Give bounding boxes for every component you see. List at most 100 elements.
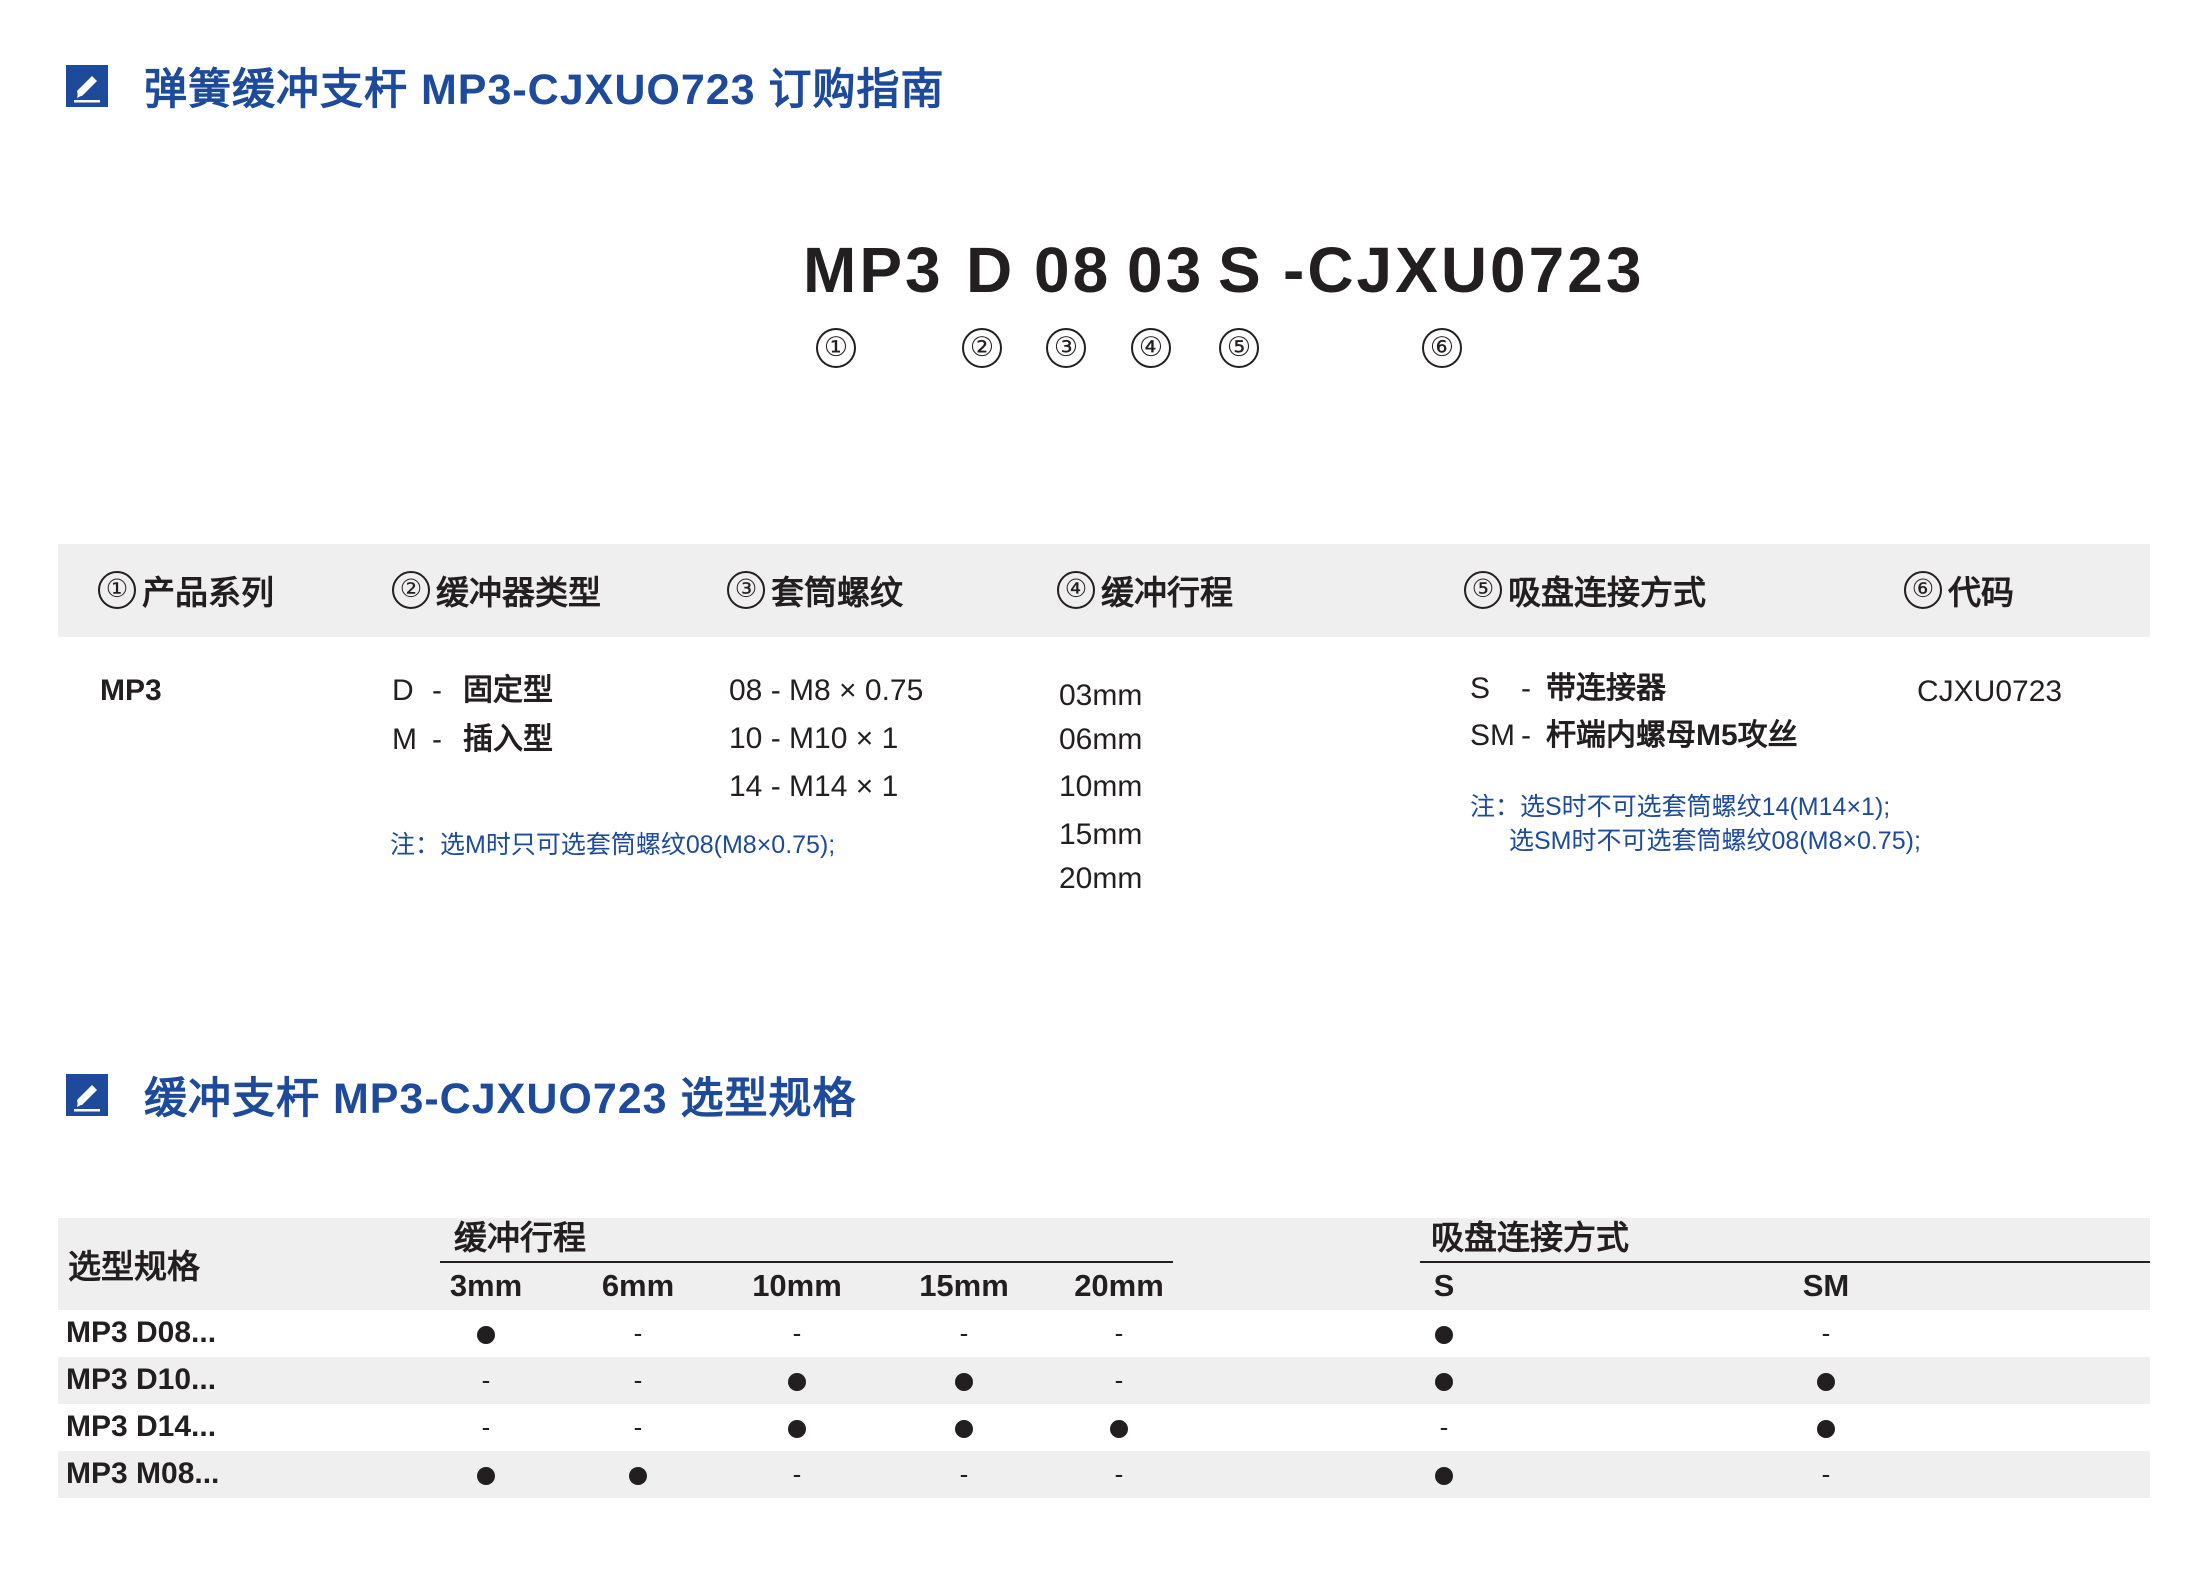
- col-header-series: ① 产品系列: [98, 566, 274, 614]
- type-dash-m: -: [432, 723, 442, 756]
- spec-col-stroke: 6mm: [601, 1268, 675, 1303]
- code-value: CJXU0723: [1917, 675, 2063, 708]
- code-part-type: D: [966, 234, 1016, 306]
- col-header-type-number: ②: [392, 571, 430, 609]
- section-header-ordering: 弹簧缓冲支杆 MP3-CJXUO723 订购指南: [66, 55, 945, 117]
- connection-name-s: 带连接器: [1546, 672, 1666, 705]
- spec-col-stroke: 15mm: [919, 1268, 1009, 1303]
- section-title-selection: 缓冲支杆 MP3-CJXUO723 选型规格: [144, 1075, 857, 1123]
- col-header-stroke: ④ 缓冲行程: [1057, 566, 1233, 614]
- code-part-series: MP3: [803, 234, 944, 306]
- spec-col-stroke: 10mm: [752, 1268, 842, 1303]
- thread-option: 10 - M10 × 1: [729, 722, 899, 755]
- filled-dot-icon: [1435, 1467, 1453, 1486]
- connection-note-line-1: 注：选S时不可选套筒螺纹14(M14×1);: [1470, 793, 1891, 821]
- filled-dot-icon: [1817, 1420, 1835, 1439]
- spec-connection-cell-dash: -: [1821, 1459, 1831, 1489]
- filled-dot-icon: [788, 1420, 806, 1439]
- code-part-stroke: 03: [1127, 234, 1205, 306]
- spec-col-connection: S: [1433, 1268, 1455, 1303]
- type-name-d: 固定型: [463, 674, 553, 707]
- stroke-option: 10mm: [1059, 770, 1143, 803]
- code-number-3: ③: [1046, 328, 1086, 368]
- filled-dot-icon: [477, 1467, 495, 1486]
- spec-stroke-cell-dash: -: [1114, 1459, 1124, 1489]
- spec-row-label: MP3 M08...: [66, 1457, 220, 1490]
- thread-option: 08 - M8 × 0.75: [729, 674, 924, 707]
- code-part-code: -CJXU0723: [1283, 234, 1645, 306]
- filled-dot-icon: [477, 1326, 495, 1345]
- filled-dot-icon: [955, 1420, 973, 1439]
- connection-dash-s: -: [1521, 672, 1531, 705]
- col-header-connection-label: 吸盘连接方式: [1508, 574, 1706, 611]
- col-header-code-label: 代码: [1948, 574, 2014, 611]
- spec-group-connection: 吸盘连接方式: [1431, 1219, 1629, 1256]
- spec-row-header: 选型规格: [68, 1248, 200, 1285]
- spec-stroke-cell-dot-icon: [1089, 1404, 1149, 1450]
- spec-stroke-cell-dot-icon: [934, 1404, 994, 1450]
- col-header-connection-number: ⑤: [1464, 571, 1502, 609]
- spec-col-connection: SM: [1802, 1268, 1850, 1303]
- connection-code-sm: SM: [1470, 719, 1515, 752]
- spec-stroke-cell-dash: -: [633, 1318, 643, 1348]
- pen-edit-icon: [66, 1074, 108, 1116]
- code-number-1: ①: [816, 328, 856, 368]
- connection-note-line-2: 选SM时不可选套筒螺纹08(M8×0.75);: [1509, 827, 1921, 855]
- spec-row-label: MP3 D14...: [66, 1410, 217, 1443]
- spec-stroke-cell-dash: -: [633, 1365, 643, 1395]
- spec-stroke-cell-dash: -: [792, 1318, 802, 1348]
- type-dash-d: -: [432, 674, 442, 707]
- filled-dot-icon: [955, 1373, 973, 1392]
- spec-stroke-cell-dot-icon: [456, 1310, 516, 1356]
- col-header-code: ⑥ 代码: [1904, 566, 2014, 614]
- spec-stroke-cell-dash: -: [1114, 1365, 1124, 1395]
- section-title-ordering: 弹簧缓冲支杆 MP3-CJXUO723 订购指南: [144, 66, 945, 114]
- type-name-m: 插入型: [463, 723, 553, 756]
- spec-stroke-cell-dot-icon: [934, 1357, 994, 1403]
- spec-group-stroke-rule: [440, 1261, 1173, 1263]
- spec-row-label: MP3 D08...: [66, 1316, 217, 1349]
- col-header-thread-label: 套筒螺纹: [771, 574, 903, 611]
- type-code-d: D: [392, 674, 414, 707]
- spec-stroke-cell-dash: -: [959, 1459, 969, 1489]
- filled-dot-icon: [1435, 1373, 1453, 1392]
- col-header-connection: ⑤ 吸盘连接方式: [1464, 566, 1706, 614]
- stroke-option: 06mm: [1059, 723, 1143, 756]
- col-header-code-number: ⑥: [1904, 571, 1942, 609]
- filled-dot-icon: [1435, 1326, 1453, 1345]
- filled-dot-icon: [1817, 1373, 1835, 1392]
- spec-stroke-cell-dash: -: [481, 1365, 491, 1395]
- col-header-type-label: 缓冲器类型: [436, 574, 601, 611]
- spec-stroke-cell-dash: -: [1114, 1318, 1124, 1348]
- series-value: MP3: [100, 674, 162, 707]
- spec-connection-cell-dot-icon: [1414, 1357, 1474, 1403]
- col-header-series-label: 产品系列: [142, 574, 274, 611]
- spec-row-label: MP3 D10...: [66, 1363, 217, 1396]
- col-header-thread-number: ③: [727, 571, 765, 609]
- type-code-m: M: [392, 723, 417, 756]
- stroke-option: 15mm: [1059, 818, 1143, 851]
- connection-name-sm: 杆端内螺母M5攻丝: [1546, 719, 1798, 752]
- spec-connection-cell-dot-icon: [1414, 1310, 1474, 1356]
- spec-group-connection-rule: [1420, 1261, 2150, 1263]
- code-number-6: ⑥: [1422, 328, 1462, 368]
- spec-col-stroke: 20mm: [1074, 1268, 1164, 1303]
- spec-group-stroke: 缓冲行程: [454, 1219, 586, 1256]
- connection-code-s: S: [1470, 672, 1491, 705]
- filled-dot-icon: [788, 1373, 806, 1392]
- spec-connection-cell-dot-icon: [1414, 1451, 1474, 1497]
- code-number-2: ②: [962, 328, 1002, 368]
- col-header-thread: ③ 套筒螺纹: [727, 566, 903, 614]
- thread-option: 14 - M14 × 1: [729, 770, 899, 803]
- stroke-option: 03mm: [1059, 679, 1143, 712]
- spec-stroke-cell-dot-icon: [608, 1451, 668, 1497]
- section-header-selection: 缓冲支杆 MP3-CJXUO723 选型规格: [66, 1064, 857, 1126]
- code-number-4: ④: [1131, 328, 1171, 368]
- spec-connection-cell-dash: -: [1439, 1412, 1449, 1442]
- col-header-series-number: ①: [98, 571, 136, 609]
- spec-connection-cell-dot-icon: [1796, 1357, 1856, 1403]
- filled-dot-icon: [629, 1467, 647, 1486]
- spec-col-stroke: 3mm: [449, 1268, 523, 1303]
- spec-stroke-cell-dot-icon: [456, 1451, 516, 1497]
- spec-connection-cell-dot-icon: [1796, 1404, 1856, 1450]
